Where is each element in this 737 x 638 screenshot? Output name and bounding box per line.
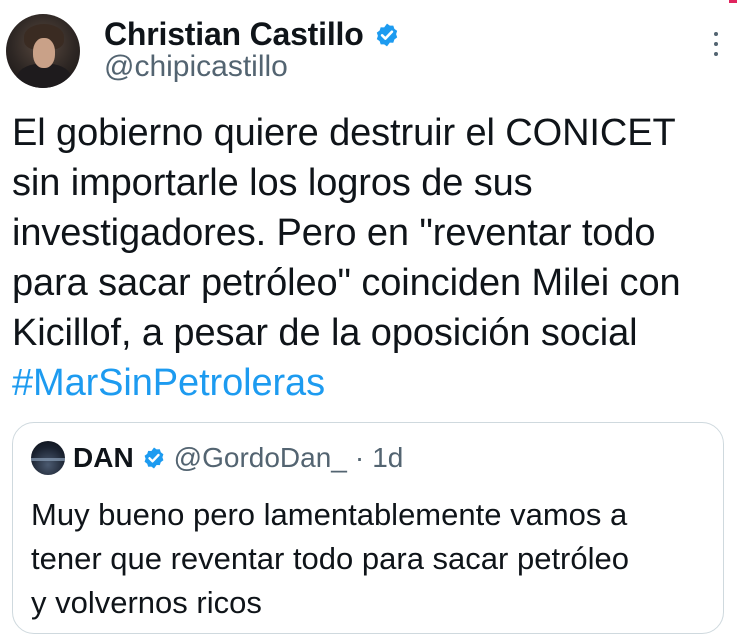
- quoted-author-name[interactable]: DAN: [73, 442, 134, 474]
- separator-dot: ·: [354, 442, 365, 473]
- quoted-tweet-time[interactable]: 1d: [372, 442, 403, 474]
- tweet-card: Christian Castillo @chipicastillo El gob…: [0, 0, 737, 638]
- tweet-body: El gobierno quiere destruir el CONICET s…: [12, 112, 681, 354]
- quoted-tweet-text: Muy bueno pero lamentablemente vamos a t…: [31, 497, 629, 620]
- more-vertical-icon[interactable]: [713, 32, 719, 58]
- author-avatar[interactable]: [6, 14, 80, 88]
- quoted-author-avatar[interactable]: [31, 441, 65, 475]
- quoted-tweet-header: DAN @GordoDan_ · 1d: [31, 441, 403, 475]
- author-handle[interactable]: @chipicastillo: [104, 50, 288, 84]
- hashtag-link[interactable]: #MarSinPetroleras: [12, 362, 325, 404]
- verified-badge-icon: [144, 447, 164, 469]
- quoted-tweet[interactable]: DAN @GordoDan_ · 1d Muy bueno pero lamen…: [12, 422, 724, 634]
- more-dot: [714, 42, 718, 46]
- tweet-text: El gobierno quiere destruir el CONICET s…: [12, 108, 732, 408]
- author-name[interactable]: Christian Castillo: [104, 16, 364, 53]
- avatar-face: [33, 38, 55, 68]
- quoted-author-handle[interactable]: @GordoDan_: [174, 442, 347, 474]
- verified-badge-icon: [376, 23, 397, 46]
- avatar-horizon: [31, 458, 65, 461]
- more-dot: [714, 32, 718, 36]
- tweet-header: Christian Castillo @chipicastillo: [0, 0, 737, 100]
- author-name-row: Christian Castillo: [104, 16, 400, 53]
- more-dot: [714, 52, 718, 56]
